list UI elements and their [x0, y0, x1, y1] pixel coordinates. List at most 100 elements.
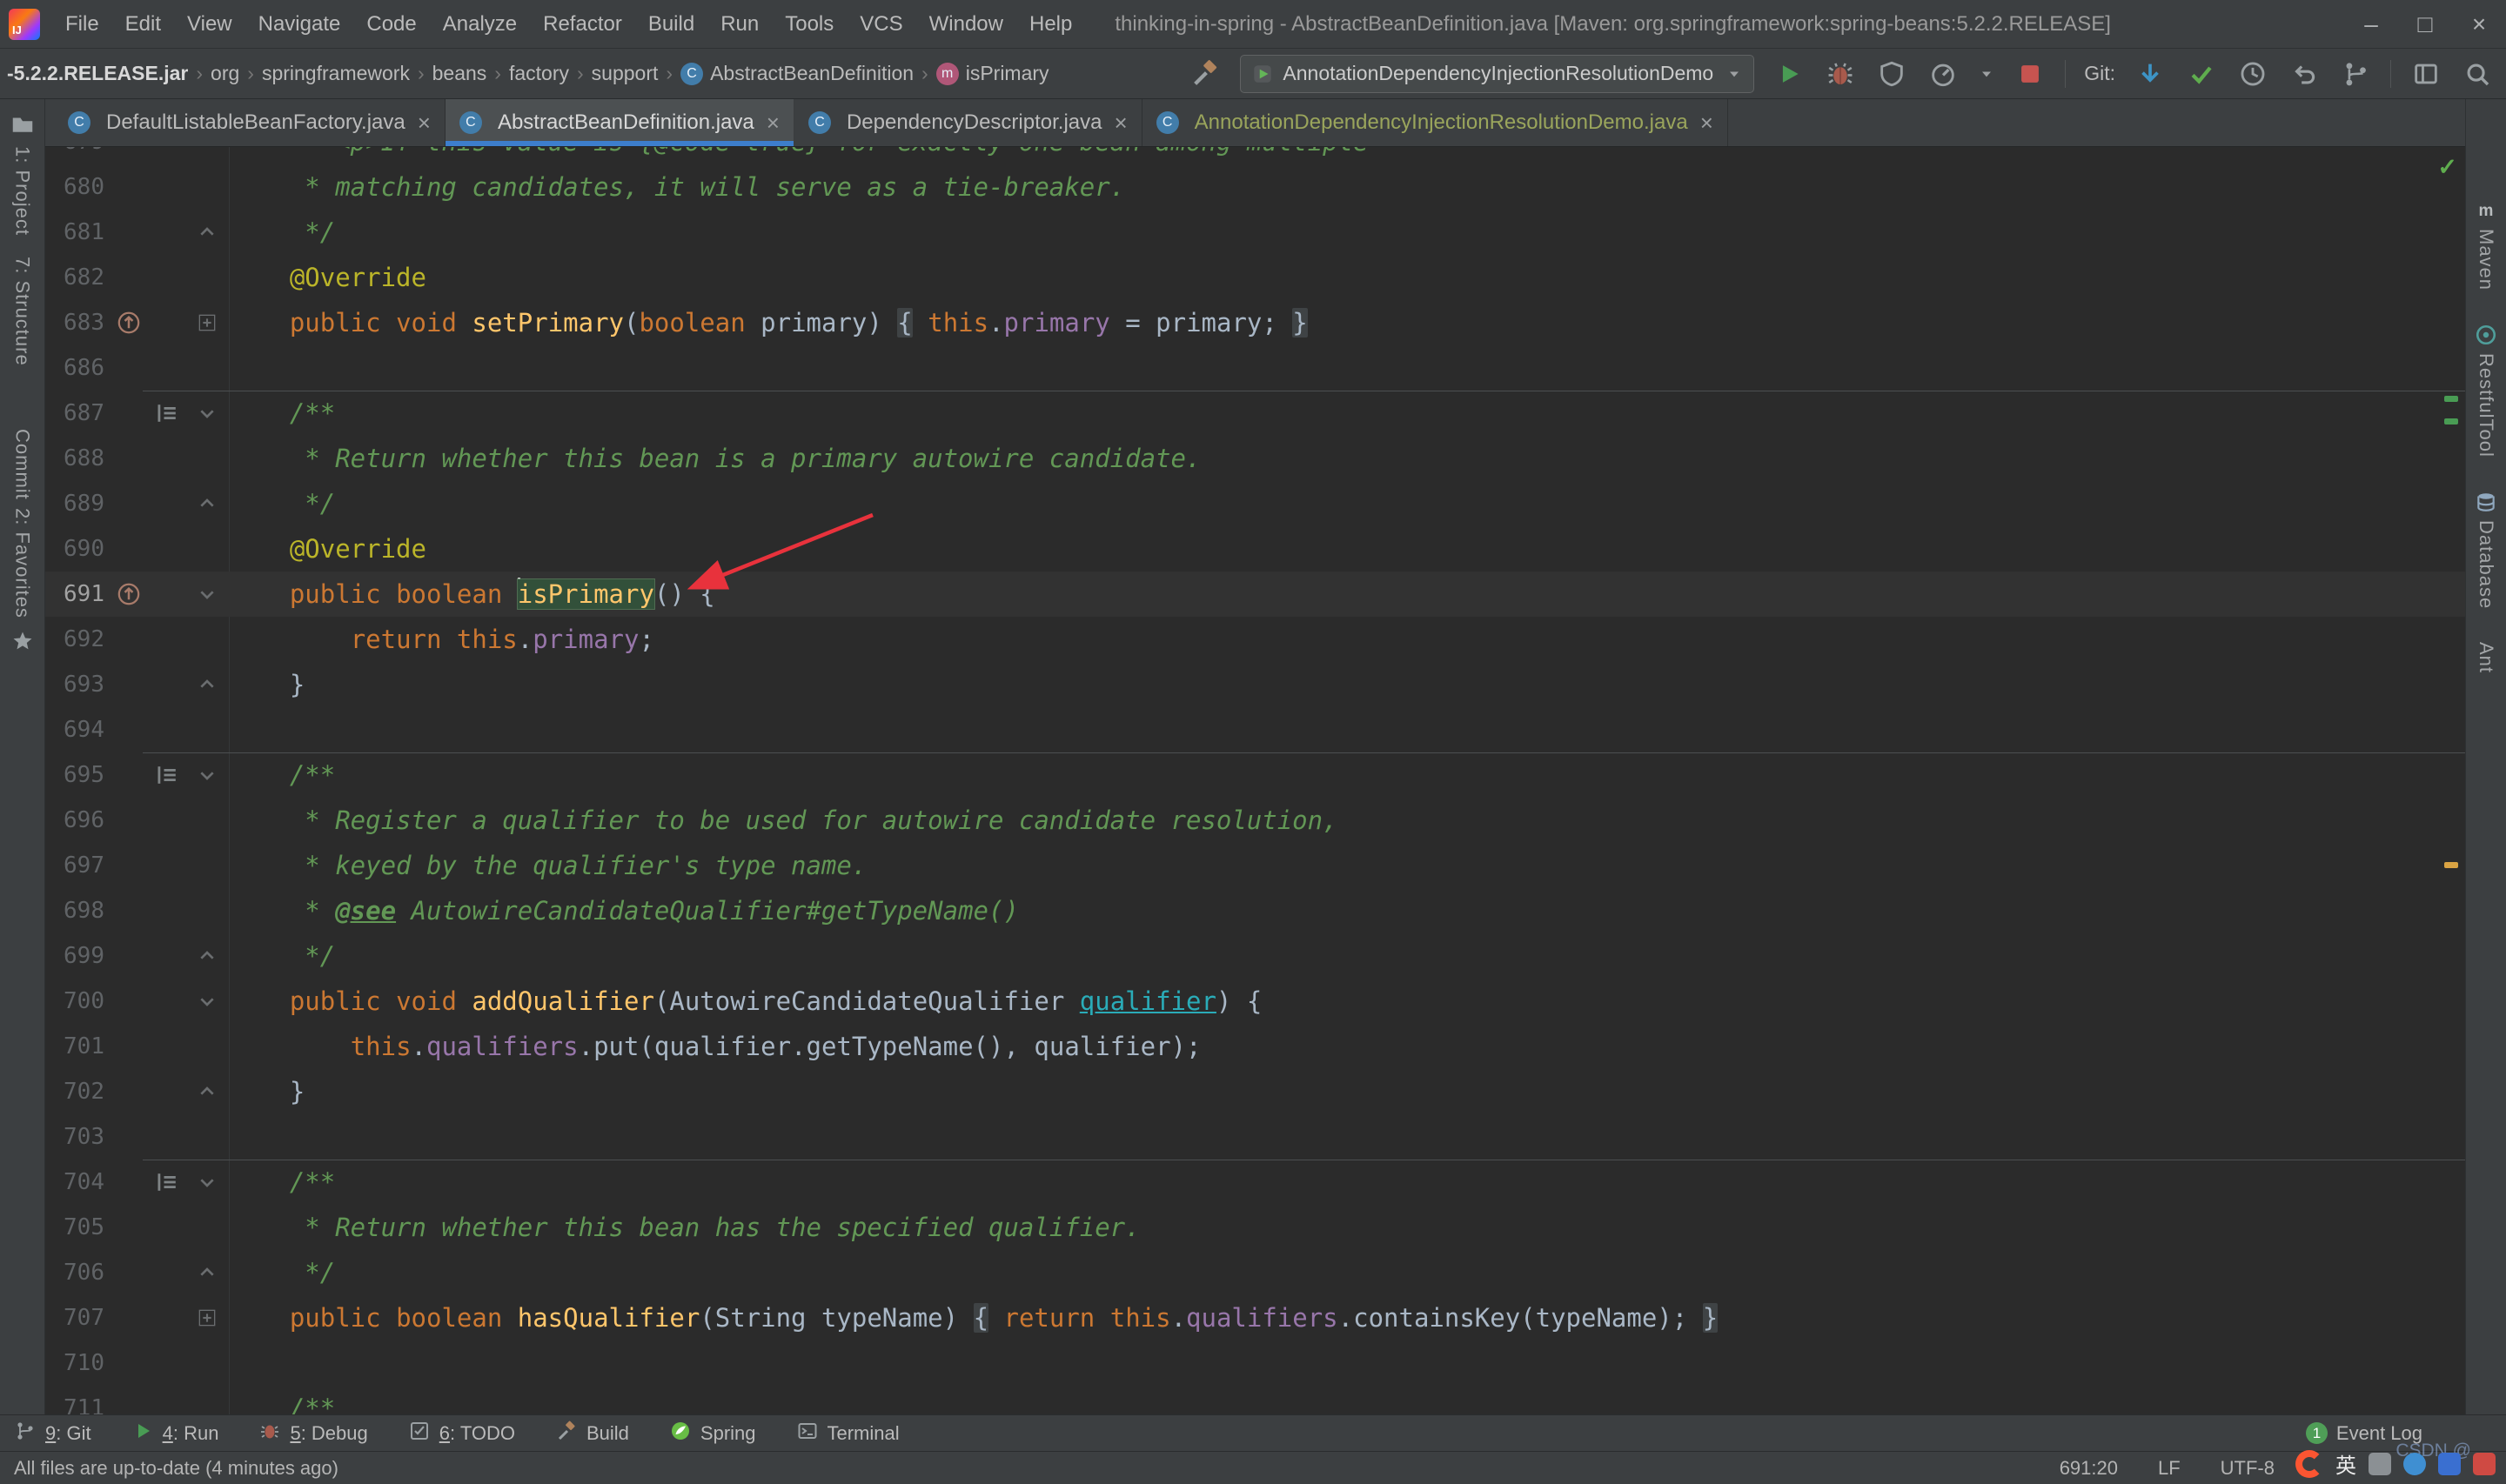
tab-close-icon[interactable]: × [767, 110, 780, 137]
search-everywhere-button[interactable] [2461, 57, 2494, 90]
breadcrumb-item-org[interactable]: org [211, 62, 239, 85]
code-text[interactable]: } [229, 662, 2465, 707]
vcs-update-button[interactable] [2134, 57, 2167, 90]
code-text[interactable]: return this.primary; [229, 617, 2465, 662]
coverage-button[interactable] [1875, 57, 1908, 90]
breadcrumb-item--5.2.2.release.jar[interactable]: -5.2.2.RELEASE.jar [7, 62, 188, 85]
tab-close-icon[interactable]: × [418, 110, 431, 137]
breadcrumb-item-springframework[interactable]: springframework [262, 62, 410, 85]
code-text[interactable]: */ [229, 210, 2465, 255]
fold-end-icon[interactable] [197, 1081, 218, 1102]
inspections-ok-icon[interactable]: ✓ [2437, 154, 2457, 181]
tool-window-button-2-favorites[interactable]: 2: Favorites [11, 508, 34, 618]
line-separator-widget[interactable]: LF [2158, 1457, 2181, 1480]
profiler-button[interactable] [1926, 57, 1960, 90]
fold-end-icon[interactable] [197, 946, 218, 966]
code-text[interactable]: * Register a qualifier to be used for au… [229, 798, 2465, 843]
menu-help[interactable]: Help [1016, 0, 1085, 49]
fold-start-icon[interactable] [197, 765, 218, 785]
vcs-history-button[interactable] [2236, 57, 2269, 90]
run-button[interactable] [1772, 57, 1806, 90]
tool-window-button-database[interactable]: Database [2475, 520, 2497, 609]
comment-block-icon[interactable] [155, 1170, 179, 1194]
code-text[interactable]: public boolean isPrimary() { [229, 572, 2465, 617]
code-text[interactable]: * keyed by the qualifier's type name. [229, 843, 2465, 888]
debug-button[interactable] [1824, 57, 1857, 90]
menu-window[interactable]: Window [916, 0, 1016, 49]
code-text[interactable]: /** [229, 1386, 2465, 1414]
breadcrumb-item-beans[interactable]: beans [432, 62, 487, 85]
code-text[interactable]: /** [229, 752, 2465, 798]
layout-button[interactable] [2409, 57, 2442, 90]
close-button[interactable]: × [2452, 0, 2506, 49]
code-text[interactable]: /** [229, 1160, 2465, 1205]
vcs-rollback-button[interactable] [2288, 57, 2321, 90]
tool-window-button-todo[interactable]: 6: TODO [408, 1420, 515, 1447]
build-hammer-icon[interactable] [1189, 57, 1222, 90]
code-text[interactable]: this.qualifiers.put(qualifier.getTypeNam… [229, 1024, 2465, 1069]
menu-build[interactable]: Build [635, 0, 707, 49]
code-text[interactable]: public void addQualifier(AutowireCandida… [229, 979, 2465, 1024]
code-text[interactable] [229, 1114, 2465, 1160]
code-text[interactable] [229, 707, 2465, 752]
fold-end-icon[interactable] [197, 222, 218, 243]
code-text[interactable]: } [229, 1069, 2465, 1114]
fold-end-icon[interactable] [197, 1262, 218, 1283]
tool-window-button-maven[interactable]: Maven [2475, 229, 2497, 291]
profiler-chevron-icon[interactable] [1978, 57, 1995, 90]
caret-position-widget[interactable]: 691:20 [2060, 1457, 2118, 1480]
menu-file[interactable]: File [52, 0, 112, 49]
tab-abstractbeandefinition-java[interactable]: C AbstractBeanDefinition.java × [445, 99, 794, 146]
code-text[interactable]: @Override [229, 255, 2465, 300]
tool-window-button-7-structure[interactable]: 7: Structure [11, 257, 34, 366]
code-text[interactable]: */ [229, 933, 2465, 979]
code-text[interactable]: * Return whether this bean is a primary … [229, 436, 2465, 481]
code-editor[interactable]: 679 * <p>If this value is {@code true} f… [45, 147, 2465, 1414]
code-text[interactable] [229, 345, 2465, 391]
menu-vcs[interactable]: VCS [847, 0, 915, 49]
vcs-commit-button[interactable] [2185, 57, 2218, 90]
tab-dependencydescriptor-java[interactable]: C DependencyDescriptor.java × [794, 99, 1142, 146]
code-text[interactable] [229, 1340, 2465, 1386]
fold-start-icon[interactable] [197, 991, 218, 1012]
code-text[interactable]: */ [229, 481, 2465, 526]
vcs-branches-button[interactable] [2339, 57, 2372, 90]
fold-plus-icon[interactable] [197, 312, 218, 333]
stop-button[interactable] [2014, 57, 2047, 90]
code-text[interactable]: * Return whether this bean has the speci… [229, 1205, 2465, 1250]
fold-start-icon[interactable] [197, 403, 218, 424]
comment-block-icon[interactable] [155, 763, 179, 787]
code-text[interactable]: @Override [229, 526, 2465, 572]
run-configuration-select[interactable]: AnnotationDependencyInjectionResolutionD… [1240, 54, 1755, 93]
breadcrumb-item-abstractbeandefinition[interactable]: C AbstractBeanDefinition [680, 62, 914, 85]
tool-window-button-git[interactable]: 9: Git [14, 1420, 91, 1447]
tool-window-button-1-project[interactable]: 1: Project [11, 146, 34, 236]
fold-end-icon[interactable] [197, 493, 218, 514]
breadcrumb-item-isprimary[interactable]: m isPrimary [935, 62, 1049, 85]
menu-run[interactable]: Run [707, 0, 772, 49]
tool-window-button-ant[interactable]: Ant [2475, 642, 2497, 673]
code-text[interactable]: * matching candidates, it will serve as … [229, 164, 2465, 210]
minimize-button[interactable]: – [2344, 0, 2398, 49]
code-text[interactable]: */ [229, 1250, 2465, 1295]
tool-window-button-commit[interactable]: Commit [11, 429, 34, 500]
code-text[interactable]: * <p>If this value is {@code true} for e… [229, 147, 2465, 164]
tool-window-button-terminal[interactable]: Terminal [796, 1420, 900, 1447]
menu-refactor[interactable]: Refactor [530, 0, 635, 49]
maximize-button[interactable]: □ [2398, 0, 2452, 49]
tool-window-button-restfultool[interactable]: RestfulTool [2475, 353, 2497, 458]
fold-start-icon[interactable] [197, 1172, 218, 1193]
tab-annotationdependencyinjectionresolutiondemo-java[interactable]: C AnnotationDependencyInjectionResolution… [1142, 99, 1728, 146]
code-text[interactable]: public boolean hasQualifier(String typeN… [229, 1295, 2465, 1340]
tool-window-button-spring[interactable]: Spring [669, 1420, 756, 1447]
menu-edit[interactable]: Edit [112, 0, 174, 49]
fold-start-icon[interactable] [197, 584, 218, 605]
override-method-icon[interactable] [117, 582, 141, 606]
code-text[interactable]: /** [229, 391, 2465, 436]
fold-end-icon[interactable] [197, 674, 218, 695]
menu-tools[interactable]: Tools [772, 0, 847, 49]
code-text[interactable]: * @see AutowireCandidateQualifier#getTyp… [229, 888, 2465, 933]
breadcrumb-item-support[interactable]: support [592, 62, 659, 85]
comment-block-icon[interactable] [155, 401, 179, 425]
encoding-widget[interactable]: UTF-8 [2221, 1457, 2275, 1480]
